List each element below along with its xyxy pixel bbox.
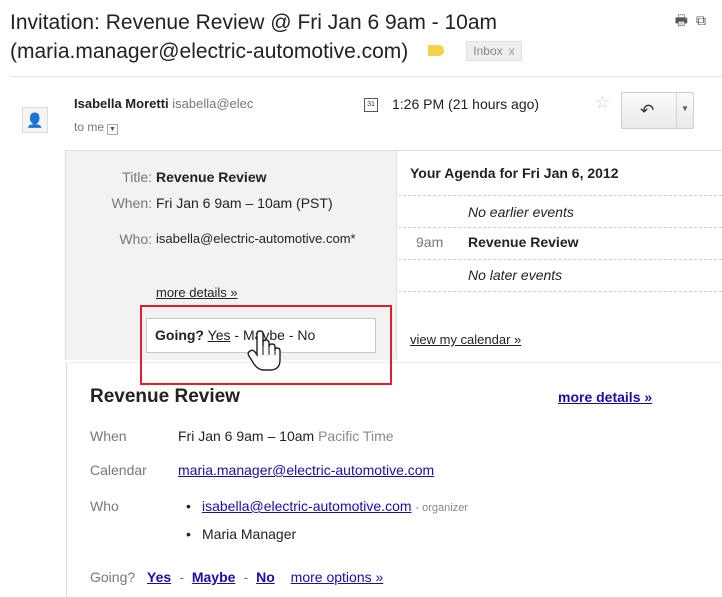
agenda-divider xyxy=(398,195,722,196)
event-when-value: Fri Jan 6 9am – 10am Pacific Time xyxy=(178,428,394,444)
title-value: Revenue Review xyxy=(156,169,267,185)
event-title: Revenue Review xyxy=(90,386,240,407)
details-maybe-link[interactable]: Maybe xyxy=(192,569,236,585)
event-calendar-label: Calendar xyxy=(90,462,147,478)
more-options-link[interactable]: more options » xyxy=(291,569,384,585)
agenda-divider xyxy=(398,259,722,260)
who-value: isabella@electric-automotive.com* xyxy=(156,231,356,246)
guest-bullet: • xyxy=(186,498,191,514)
email-subject: Invitation: Revenue Review @ Fri Jan 6 9… xyxy=(10,8,650,66)
title-label: Title: xyxy=(122,169,152,185)
agenda-divider xyxy=(398,291,722,292)
event-calendar-value: maria.manager@electric-automotive.com xyxy=(178,462,434,478)
print-icon[interactable]: 🖶 xyxy=(675,12,688,28)
recipient-line: to me ▼ xyxy=(74,120,119,135)
view-calendar-link[interactable]: view my calendar » xyxy=(410,332,521,347)
rsvp-dash: - xyxy=(179,569,184,585)
organizer-email-link[interactable]: isabella@electric-automotive.com xyxy=(202,498,412,514)
more-details-link[interactable]: more details » xyxy=(156,285,238,300)
label-tag-icon[interactable] xyxy=(428,45,445,56)
avatar: 👤 xyxy=(22,107,48,133)
agenda-no-later: No later events xyxy=(468,267,563,283)
inbox-label-chip[interactable]: Inbox x xyxy=(466,41,522,61)
show-details-icon[interactable]: ▼ xyxy=(107,124,119,135)
details-no-link[interactable]: No xyxy=(256,569,275,585)
subject-line-1: Invitation: Revenue Review @ Fri Jan 6 9… xyxy=(10,11,498,34)
hand-cursor-icon xyxy=(247,330,281,371)
agenda-panel: Your Agenda for Fri Jan 6, 2012 No earli… xyxy=(398,151,722,360)
subject-recipient: (maria.manager@electric-automotive.com) xyxy=(10,40,409,63)
more-actions-icon[interactable]: ▼ xyxy=(681,104,689,113)
sender-email: isabella@elec xyxy=(172,96,254,111)
remove-label-icon[interactable]: x xyxy=(509,44,515,58)
header-actions: 🖶 ⧉ xyxy=(667,10,706,34)
who-label: Who: xyxy=(119,231,152,247)
agenda-no-earlier: No earlier events xyxy=(468,204,574,220)
event-who-label: Who xyxy=(90,498,119,514)
divider xyxy=(10,76,722,77)
guest-maria: Maria Manager xyxy=(202,526,297,542)
calendar-icon: 31 xyxy=(364,98,378,112)
agenda-event-time: 9am xyxy=(416,234,444,250)
organizer-role: - organizer xyxy=(415,502,468,514)
event-timezone: Pacific Time xyxy=(318,428,394,444)
event-more-details-link[interactable]: more details » xyxy=(558,389,652,405)
event-when-label: When xyxy=(90,428,127,444)
sender[interactable]: Isabella Moretti isabella@elec xyxy=(74,96,253,111)
when-value: Fri Jan 6 9am – 10am (PST) xyxy=(156,195,333,211)
sender-name: Isabella Moretti xyxy=(74,96,169,111)
new-window-icon[interactable]: ⧉ xyxy=(696,12,706,28)
event-when-time: Fri Jan 6 9am – 10am xyxy=(178,428,315,444)
calendar-email-link[interactable]: maria.manager@electric-automotive.com xyxy=(178,462,434,478)
agenda-title: Your Agenda for Fri Jan 6, 2012 xyxy=(410,165,619,181)
subject-line-2: (maria.manager@electric-automotive.com) I… xyxy=(10,37,650,66)
reply-arrow-icon: ↶ xyxy=(640,101,655,120)
button-separator xyxy=(676,93,677,128)
when-label: When: xyxy=(111,195,152,211)
details-rsvp-row: Going? Yes - Maybe - No more options » xyxy=(90,569,383,585)
agenda-divider xyxy=(398,227,722,228)
guest-organizer: isabella@electric-automotive.com - organ… xyxy=(202,498,468,514)
star-icon[interactable]: ☆ xyxy=(595,93,610,113)
details-going-label: Going? xyxy=(90,569,136,585)
to-me-label: to me xyxy=(74,120,105,134)
inbox-label-text: Inbox xyxy=(473,44,503,58)
agenda-event-name[interactable]: Revenue Review xyxy=(468,234,579,250)
details-yes-link[interactable]: Yes xyxy=(147,569,171,585)
rsvp-dash: - xyxy=(243,569,249,585)
reply-button[interactable]: ↶ ▼ xyxy=(621,92,694,129)
guest-bullet: • xyxy=(186,526,191,542)
message-time: 1:26 PM (21 hours ago) xyxy=(392,96,540,112)
